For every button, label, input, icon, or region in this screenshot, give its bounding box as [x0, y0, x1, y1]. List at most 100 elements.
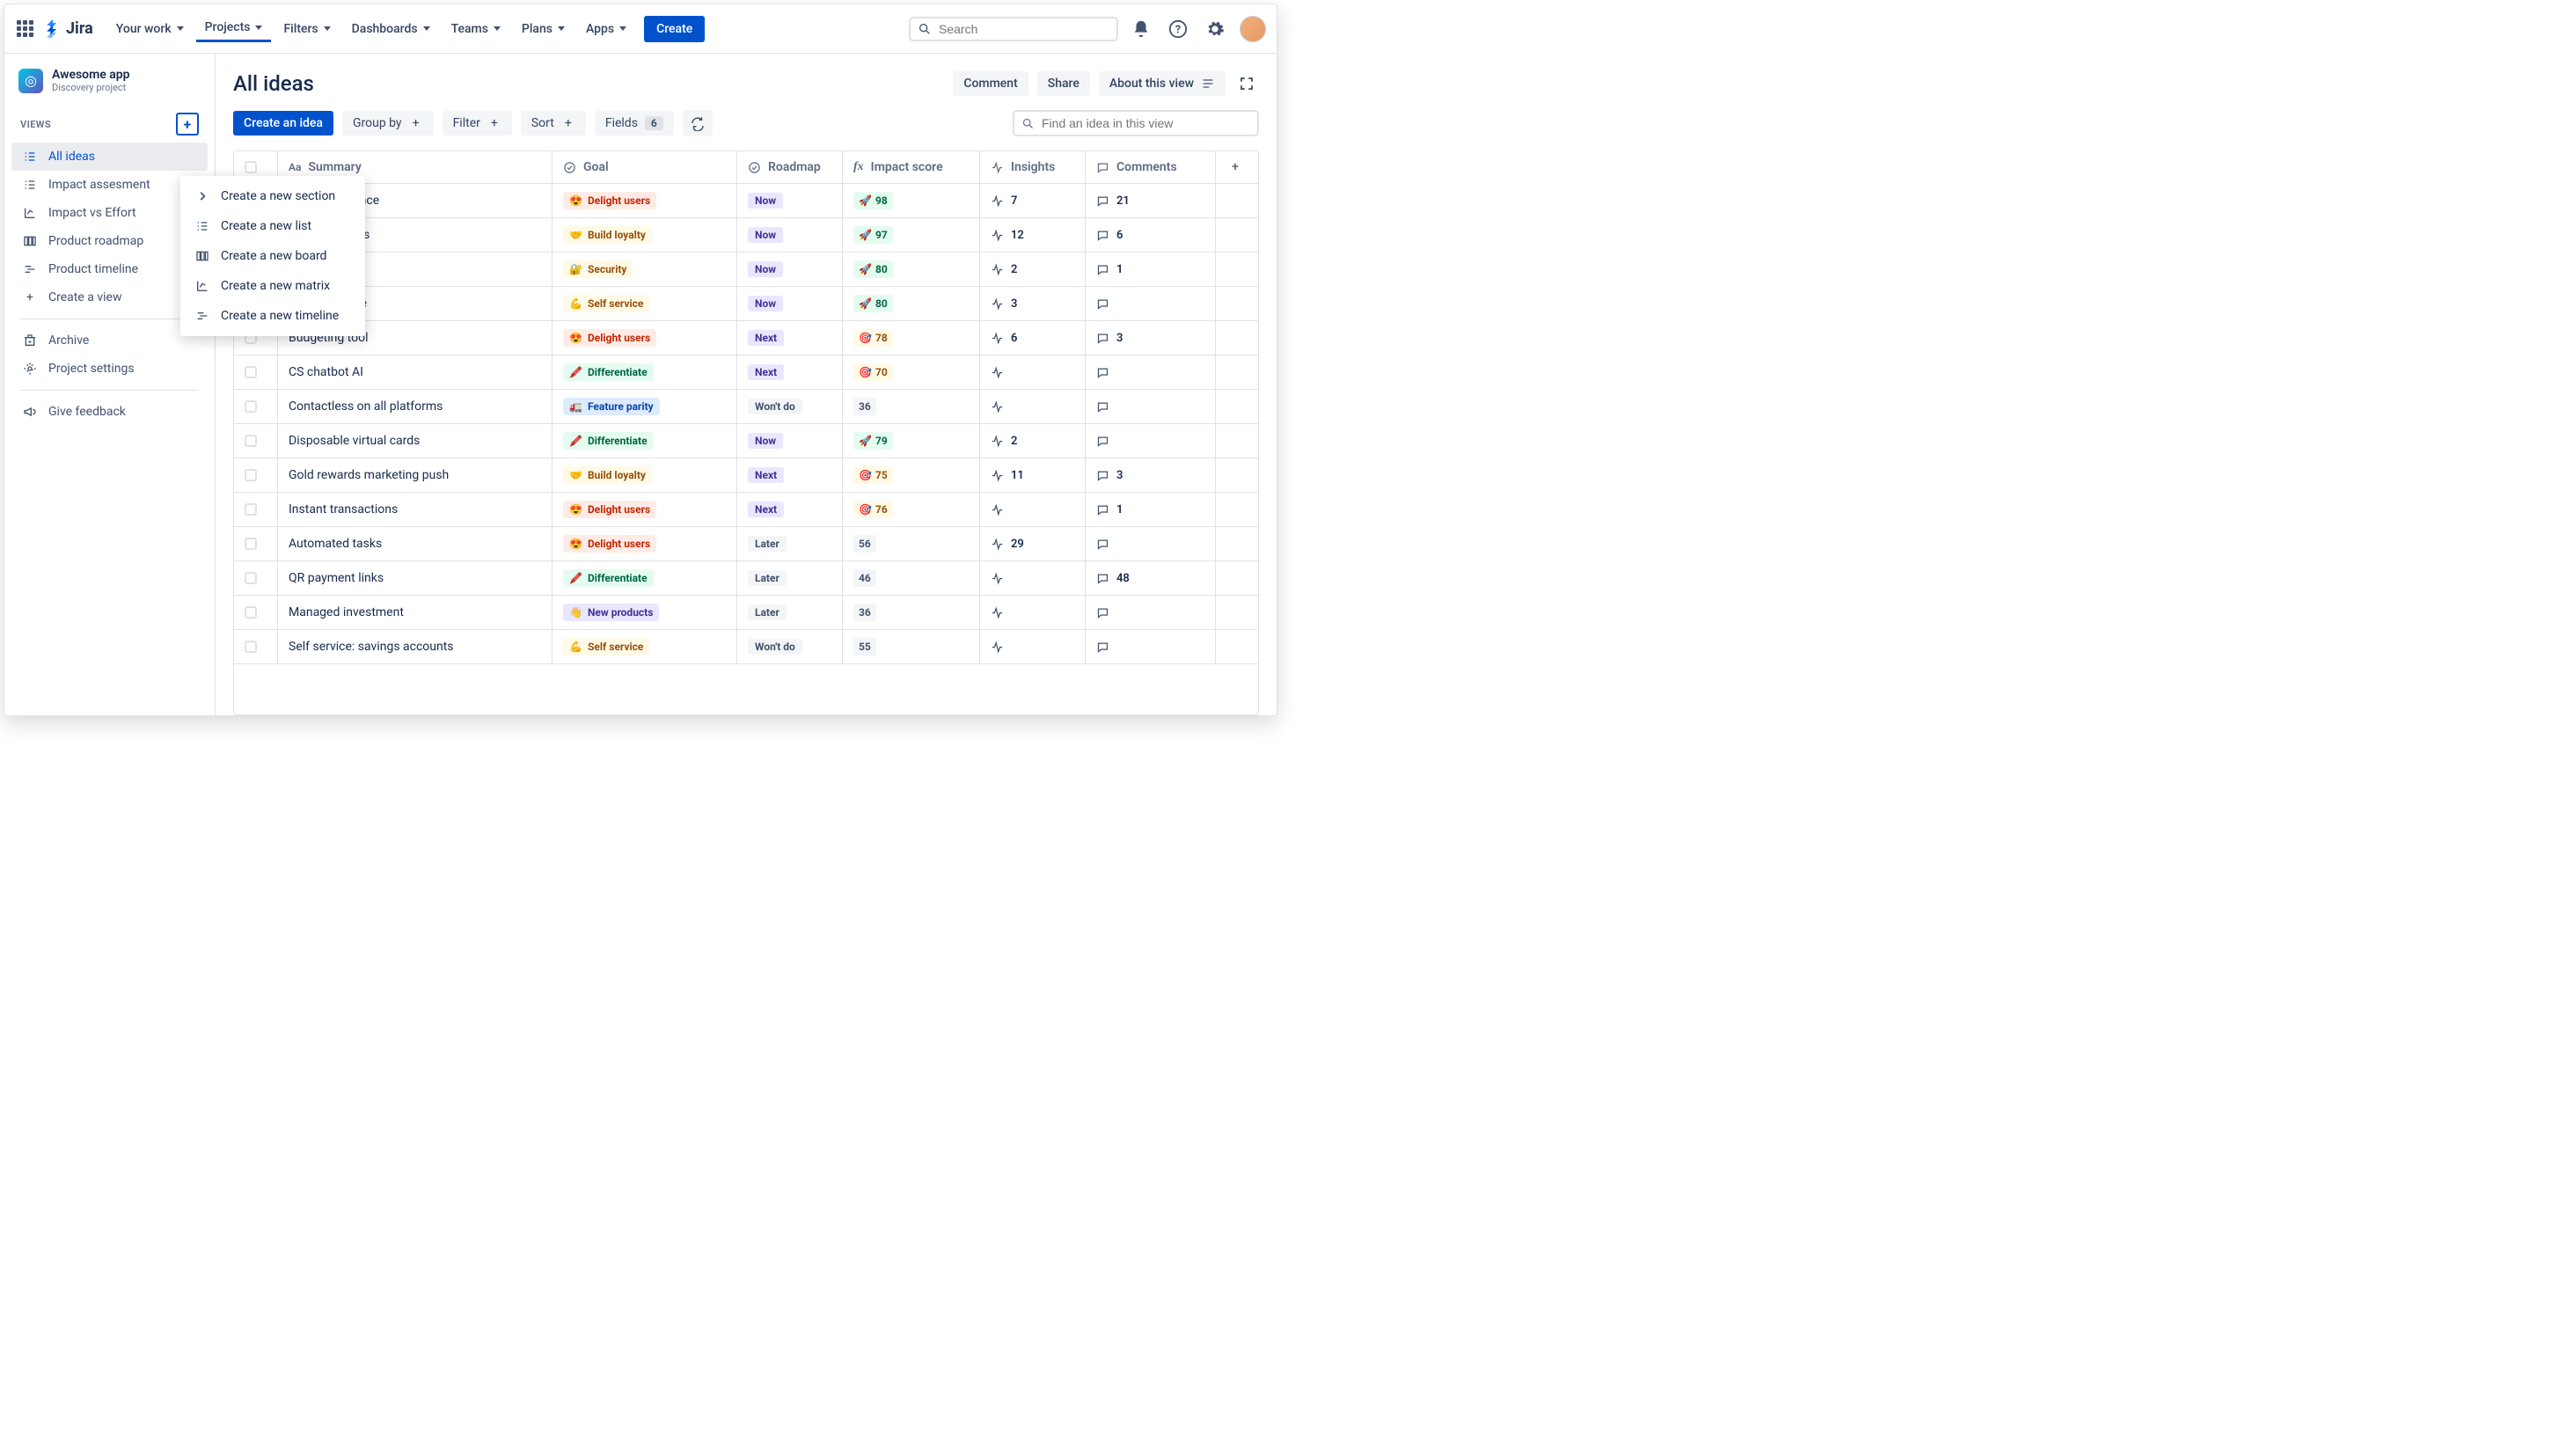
row-checkbox[interactable] [245, 538, 257, 550]
cell-comments[interactable] [1086, 630, 1216, 663]
cell-roadmap[interactable]: Next [737, 355, 843, 389]
create-view-item[interactable]: + Create a view [11, 283, 208, 311]
cell-comments[interactable] [1086, 527, 1216, 561]
cell-summary[interactable]: QR payment links [278, 561, 553, 595]
cell-impact[interactable]: 🚀80 [843, 287, 980, 320]
cell-comments[interactable] [1086, 355, 1216, 389]
cell-insights[interactable] [980, 630, 1086, 663]
refresh-icon[interactable] [683, 110, 713, 136]
cell-insights[interactable]: 2 [980, 253, 1086, 286]
cell-impact[interactable]: 🎯70 [843, 355, 980, 389]
cell-comments[interactable] [1086, 424, 1216, 458]
share-button[interactable]: Share [1037, 71, 1090, 96]
table-row[interactable]: Instant transactions 😍Delight users Next… [234, 493, 1258, 527]
table-row[interactable]: …user interface 😍Delight users Now 🚀98 7… [234, 184, 1258, 218]
cell-impact[interactable]: 🎯76 [843, 493, 980, 526]
cell-roadmap[interactable]: Now [737, 184, 843, 217]
cell-comments[interactable]: 1 [1086, 253, 1216, 286]
cell-impact[interactable]: 🎯78 [843, 321, 980, 355]
cell-insights[interactable] [980, 561, 1086, 595]
cell-roadmap[interactable]: Next [737, 493, 843, 526]
cell-insights[interactable]: 7 [980, 184, 1086, 217]
cell-impact[interactable]: 🚀80 [843, 253, 980, 286]
table-row[interactable]: Gold rewards marketing push 🤝Build loyal… [234, 458, 1258, 493]
cell-roadmap[interactable]: Won't do [737, 390, 843, 423]
cell-goal[interactable]: 🤝Build loyalty [553, 458, 737, 492]
cell-impact[interactable]: 55 [843, 630, 980, 663]
sidebar-view-all-ideas[interactable]: All ideas [11, 143, 208, 171]
group-by-button[interactable]: Group by+ [342, 111, 434, 136]
nav-projects[interactable]: Projects [196, 15, 272, 42]
cell-goal[interactable]: 💪Self service [553, 287, 737, 320]
cell-roadmap[interactable]: Now [737, 424, 843, 458]
col-roadmap[interactable]: Roadmap [737, 151, 843, 183]
jira-logo[interactable]: Jira [43, 19, 93, 39]
cell-summary[interactable]: Disposable virtual cards [278, 424, 553, 458]
sidebar-view-impact-vs-effort[interactable]: Impact vs Effort [11, 199, 208, 227]
notifications-icon[interactable] [1129, 17, 1153, 41]
col-impact[interactable]: fxImpact score [843, 151, 980, 183]
row-checkbox[interactable] [245, 641, 257, 653]
cell-impact[interactable]: 🎯75 [843, 458, 980, 492]
sidebar-view-product-timeline[interactable]: Product timeline [11, 255, 208, 283]
cell-goal[interactable]: 🖍️Differentiate [553, 561, 737, 595]
cell-summary[interactable]: Automated tasks [278, 527, 553, 561]
table-row[interactable]: Disposable virtual cards 🖍️Differentiate… [234, 424, 1258, 458]
row-checkbox[interactable] [245, 572, 257, 584]
settings-icon[interactable] [1203, 17, 1227, 41]
project-header[interactable]: ◎ Awesome app Discovery project [11, 68, 208, 106]
project-settings-item[interactable]: Project settings [11, 355, 208, 383]
col-insights[interactable]: Insights [980, 151, 1086, 183]
cell-goal[interactable]: 😍Delight users [553, 184, 737, 217]
cell-comments[interactable]: 3 [1086, 321, 1216, 355]
cell-goal[interactable]: 🔐Security [553, 253, 737, 286]
dd-create-a-new-matrix[interactable]: Create a new matrix [180, 271, 365, 301]
table-row[interactable]: …e insurance 💪Self service Now 🚀80 3 [234, 287, 1258, 321]
cell-impact[interactable]: 🚀97 [843, 218, 980, 252]
cell-summary[interactable]: Gold rewards marketing push [278, 458, 553, 492]
cell-roadmap[interactable]: Now [737, 253, 843, 286]
cell-roadmap[interactable]: Won't do [737, 630, 843, 663]
row-checkbox[interactable] [245, 469, 257, 481]
row-checkbox[interactable] [245, 366, 257, 378]
col-goal[interactable]: Goal [553, 151, 737, 183]
nav-teams[interactable]: Teams [443, 15, 509, 42]
cell-comments[interactable] [1086, 390, 1216, 423]
give-feedback-item[interactable]: Give feedback [11, 398, 208, 426]
profile-avatar[interactable] [1240, 16, 1266, 42]
cell-comments[interactable]: 6 [1086, 218, 1216, 252]
cell-insights[interactable] [980, 596, 1086, 629]
create-button[interactable]: Create [644, 16, 705, 42]
cell-insights[interactable] [980, 390, 1086, 423]
cell-roadmap[interactable]: Later [737, 561, 843, 595]
app-switcher-icon[interactable] [15, 18, 36, 40]
archive-item[interactable]: Archive [11, 326, 208, 355]
create-idea-button[interactable]: Create an idea [233, 111, 333, 136]
help-icon[interactable]: ? [1166, 17, 1190, 41]
cell-insights[interactable]: 3 [980, 287, 1086, 320]
row-checkbox[interactable] [245, 503, 257, 516]
about-view-button[interactable]: About this view [1099, 71, 1226, 96]
cell-impact[interactable]: 🚀79 [843, 424, 980, 458]
cell-insights[interactable]: 11 [980, 458, 1086, 492]
row-checkbox[interactable] [245, 606, 257, 619]
table-row[interactable]: … 🔐Security Now 🚀80 2 1 [234, 253, 1258, 287]
sidebar-view-impact-assesment[interactable]: Impact assesment [11, 171, 208, 199]
cell-impact[interactable]: 36 [843, 390, 980, 423]
find-idea-search[interactable] [1013, 110, 1259, 136]
cell-insights[interactable]: 12 [980, 218, 1086, 252]
add-view-button[interactable]: + [176, 113, 199, 136]
cell-goal[interactable]: 😍Delight users [553, 321, 737, 355]
nav-plans[interactable]: Plans [513, 15, 574, 42]
cell-goal[interactable]: 🚛Feature parity [553, 390, 737, 423]
cell-goal[interactable]: 😍Delight users [553, 527, 737, 561]
cell-comments[interactable] [1086, 596, 1216, 629]
cell-summary[interactable]: Self service: savings accounts [278, 630, 553, 663]
table-row[interactable]: …experiences 🤝Build loyalty Now 🚀97 12 6 [234, 218, 1258, 253]
dd-create-a-new-section[interactable]: Create a new section [180, 181, 365, 211]
filter-button[interactable]: Filter+ [443, 111, 512, 136]
comment-button[interactable]: Comment [953, 71, 1028, 96]
cell-roadmap[interactable]: Next [737, 458, 843, 492]
cell-insights[interactable]: 29 [980, 527, 1086, 561]
cell-roadmap[interactable]: Later [737, 596, 843, 629]
